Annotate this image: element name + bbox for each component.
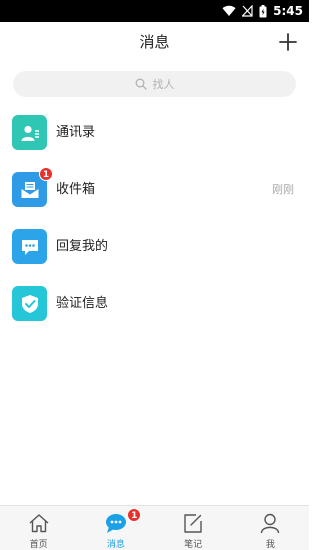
reply-bubble-icon	[12, 229, 47, 264]
status-icons: 5:45	[222, 3, 303, 19]
list-item-verification[interactable]: 验证信息	[0, 275, 309, 332]
no-signal-icon	[242, 5, 253, 17]
list-item-contacts[interactable]: 通讯录	[0, 104, 309, 161]
wifi-icon	[222, 5, 236, 17]
tab-badge: 1	[127, 508, 142, 522]
person-icon	[261, 513, 280, 534]
list-item-inbox[interactable]: 1 收件箱 刚刚	[0, 161, 309, 218]
message-list: 通讯录 1 收件箱 刚刚 回复我的 验证信息	[0, 104, 309, 332]
tab-label: 我	[265, 540, 275, 550]
search-icon	[135, 78, 147, 90]
list-item-label: 验证信息	[56, 296, 109, 311]
list-item-label: 收件箱	[56, 182, 96, 197]
list-item-time: 刚刚	[272, 183, 294, 196]
tab-me[interactable]: 我	[232, 506, 309, 550]
search-input[interactable]: 找人	[13, 71, 296, 97]
tab-notes[interactable]: 笔记	[155, 506, 232, 550]
nav-bar: 消息	[0, 22, 309, 62]
status-time: 5:45	[273, 4, 303, 18]
tab-label: 消息	[106, 540, 125, 550]
list-item-label: 回复我的	[56, 239, 109, 254]
battery-icon	[259, 4, 267, 17]
list-item-label: 通讯录	[56, 125, 96, 140]
search-placeholder: 找人	[152, 78, 175, 91]
tab-home[interactable]: 首页	[0, 506, 77, 550]
unread-badge: 1	[39, 167, 53, 181]
add-icon[interactable]	[277, 31, 299, 53]
tab-messages[interactable]: 1 消息	[77, 506, 154, 550]
tab-label: 笔记	[184, 540, 203, 550]
chat-bubble-icon	[105, 514, 126, 533]
tab-bar: 首页 1 消息 笔记 我	[0, 505, 309, 550]
shield-check-icon	[12, 286, 47, 321]
page-title: 消息	[139, 33, 170, 51]
status-bar: 5:45	[0, 0, 309, 22]
home-icon	[29, 514, 49, 533]
contacts-icon	[12, 115, 47, 150]
note-edit-icon	[184, 514, 202, 533]
list-item-replies[interactable]: 回复我的	[0, 218, 309, 275]
tab-label: 首页	[29, 540, 48, 550]
